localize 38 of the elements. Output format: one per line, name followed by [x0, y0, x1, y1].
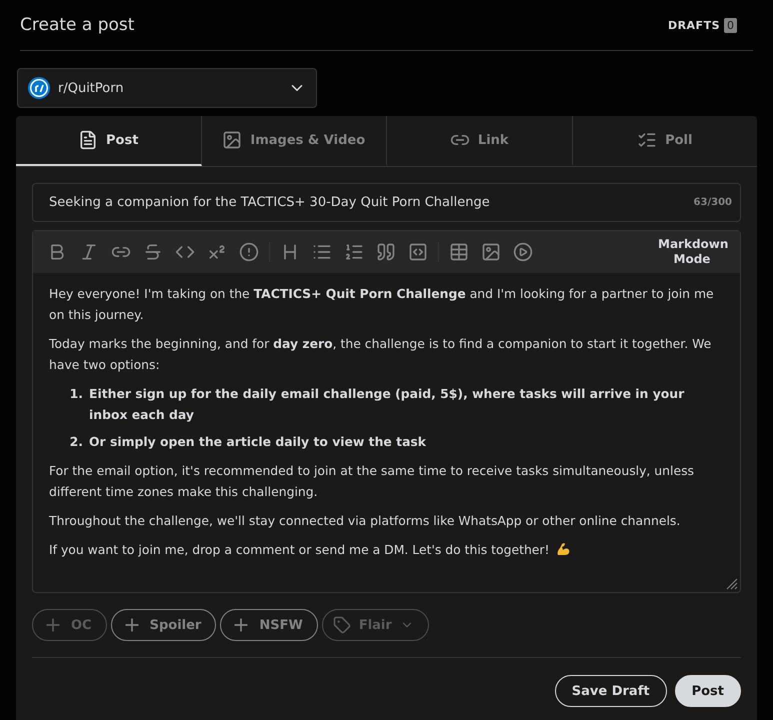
post-type-tab[interactable]: Poll — [572, 116, 757, 166]
post-button[interactable]: Post — [674, 675, 741, 707]
image-icon[interactable] — [481, 242, 501, 262]
community-logo-icon — [28, 77, 50, 99]
paragraph: If you want to join me, drop a comment or send me a DM. Let's do this together! — [49, 539, 724, 560]
page-title: Create a post — [20, 15, 134, 35]
document-icon — [78, 130, 98, 150]
quote-icon[interactable] — [376, 242, 396, 262]
drafts-link[interactable]: DRAFTS — [668, 18, 720, 32]
tag-button[interactable]: NSFW — [220, 609, 318, 641]
paragraph: Throughout the challenge, we'll stay connected via platforms like WhatsApp or other online channels. — [49, 512, 682, 530]
text-editor[interactable] — [32, 230, 741, 593]
list-item: Or simply open the article daily to view the task — [89, 433, 426, 451]
paragraph: For the email option, it's recommended to join at the same time to receive tasks simultaneously, unless different time zones make this challenging. — [49, 462, 695, 501]
video-icon[interactable] — [513, 242, 533, 262]
drafts-count: 0 — [724, 18, 737, 32]
title-input-field[interactable]: Seeking a companion for the TACTICS+ 30-Day Quit Porn Challenge 63/300 — [32, 183, 741, 222]
resize-handle-icon[interactable] — [724, 576, 738, 590]
community-dropdown[interactable]: r/QuitPorn — [17, 68, 317, 108]
character-counter: 63/300 — [694, 197, 732, 208]
paragraph: Today marks the beginning, and for day zero, the challenge is to find a companion to start it together. We have two options: — [49, 335, 712, 374]
paragraph: Hey everyone! I'm taking on the TACTICS+ Quit Porn Challenge and I'm looking for a partner to join me on this journey. — [49, 285, 715, 324]
markdown-mode-button[interactable]: Markdown Mode — [652, 236, 732, 268]
list-number: 2. — [68, 433, 83, 451]
alert-icon[interactable] — [239, 242, 259, 262]
save-draft-button[interactable]: Save Draft — [554, 675, 667, 707]
post-type-tab[interactable]: Link — [387, 116, 572, 166]
post-type-tab[interactable]: Images & Video — [202, 116, 387, 166]
code-block-icon[interactable] — [408, 242, 428, 262]
strikethrough-icon[interactable] — [143, 242, 163, 262]
tag-icon — [332, 616, 351, 634]
post-type-tab[interactable]: Post — [16, 116, 202, 166]
list-number: 1. — [68, 385, 83, 403]
numbered-list-icon[interactable] — [344, 242, 364, 262]
list-item: Either sign up for the daily email challenge (paid, 5$), where tasks will arrive in your inbox each day — [89, 385, 686, 424]
image-icon — [222, 130, 242, 150]
table-icon[interactable] — [449, 242, 469, 262]
tag-button[interactable]: Spoiler — [110, 609, 216, 641]
